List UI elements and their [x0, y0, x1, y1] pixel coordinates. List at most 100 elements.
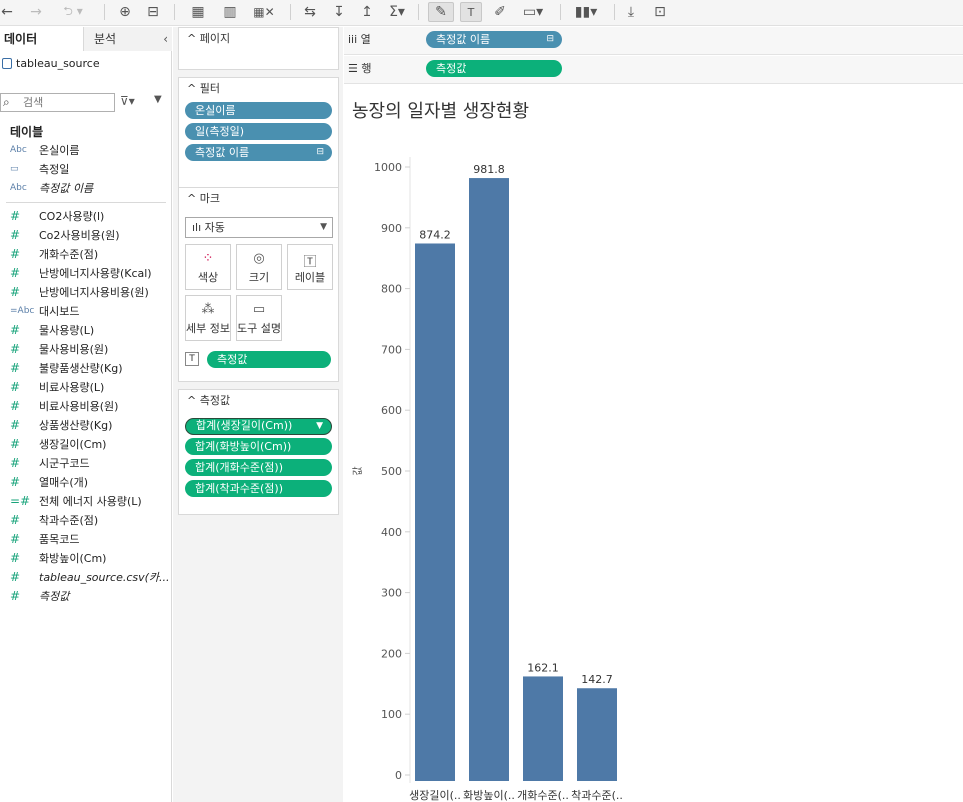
pause-datasource-icon[interactable]: ⊟: [144, 2, 162, 22]
new-datasource-icon[interactable]: ⊕: [116, 2, 134, 22]
marks-tooltip-button[interactable]: ▭ 도구 설명: [236, 295, 282, 341]
collapse-pane-icon[interactable]: ‹: [163, 27, 168, 51]
marks-button-label: 도구 설명: [237, 322, 281, 335]
clear-sheet-icon[interactable]: ▦✕: [250, 2, 278, 22]
tab-data[interactable]: 데이터: [0, 27, 84, 51]
collapse-chevron-icon: ^: [187, 192, 197, 205]
field-item[interactable]: # tableau_source.csv(카...: [0, 568, 172, 587]
y-tick-label: 1000: [374, 161, 402, 174]
marks-color-button[interactable]: ⁘ 색상: [185, 244, 231, 290]
marks-size-button[interactable]: ◎ 크기: [236, 244, 282, 290]
measure-values-card-title[interactable]: ^ 측정값: [179, 390, 338, 412]
sum-aggregate-icon[interactable]: Σ▾: [386, 2, 408, 22]
string-type-icon: Abc: [10, 145, 27, 155]
filter-pill[interactable]: 측정값 이름 ⊟: [185, 144, 332, 161]
field-item[interactable]: =# 전체 에너지 사용량(L): [0, 492, 172, 511]
pages-card-title[interactable]: ^ 페이지: [179, 28, 338, 50]
field-item[interactable]: # 비료사용비용(원): [0, 397, 172, 416]
annotate-icon[interactable]: ✐: [490, 2, 510, 22]
search-input[interactable]: [23, 96, 111, 109]
field-item[interactable]: =Abc 대시보드: [0, 302, 172, 321]
marks-detail-button[interactable]: ⁂ 세부 정보: [185, 295, 231, 341]
presentation-mode-icon[interactable]: ⊡: [650, 2, 670, 22]
field-item[interactable]: # 시군구코드: [0, 454, 172, 473]
search-box: ⌕: [0, 93, 115, 112]
filter-fields-icon[interactable]: ⊽▾: [120, 94, 135, 108]
field-label: 생장길이(Cm): [39, 438, 107, 451]
field-item[interactable]: # Co2사용비용(원): [0, 226, 172, 245]
bar-value-label: 981.8: [473, 163, 505, 176]
field-item[interactable]: # 열매수(개): [0, 473, 172, 492]
table-header: 테이블: [10, 125, 44, 139]
tab-analysis[interactable]: 분석 ‹: [84, 27, 172, 51]
back-arrow-icon[interactable]: ←: [0, 2, 14, 22]
sort-ascending-icon[interactable]: ↧: [330, 2, 348, 22]
field-item[interactable]: # 물사용량(L): [0, 321, 172, 340]
show-me-icon[interactable]: ▮▮▾: [570, 2, 602, 22]
field-label: 온실이름: [39, 144, 80, 157]
measure-values-title: 측정값: [199, 394, 231, 407]
field-item[interactable]: Abc 온실이름: [0, 141, 172, 160]
filters-card-title[interactable]: ^ 필터: [179, 78, 338, 100]
undo-menu-icon[interactable]: ⮌ ▾: [56, 2, 90, 22]
measure-value-pill[interactable]: 합계(착과수준(점)): [185, 480, 332, 497]
field-item[interactable]: # 불량품생산량(Kg): [0, 359, 172, 378]
chevron-down-icon[interactable]: ▼: [316, 419, 323, 433]
field-item[interactable]: # 착과수준(점): [0, 511, 172, 530]
field-label: 물사용비용(원): [39, 343, 109, 356]
rows-pill[interactable]: 측정값: [426, 60, 562, 77]
field-label: CO2사용량(l): [39, 210, 105, 223]
field-item[interactable]: # 생장길이(Cm): [0, 435, 172, 454]
chevron-down-icon: ▼: [320, 222, 327, 232]
datasource-item[interactable]: tableau_source: [2, 57, 100, 70]
bar[interactable]: [415, 243, 455, 781]
bar[interactable]: [577, 688, 617, 781]
field-item[interactable]: # 비료사용량(L): [0, 378, 172, 397]
sort-descending-icon[interactable]: ↥: [358, 2, 376, 22]
marks-button-label: 레이블: [294, 271, 326, 284]
pane-menu-icon[interactable]: ▼: [154, 94, 162, 105]
columns-pill[interactable]: 측정값 이름 ⊟: [426, 31, 562, 48]
highlight-icon[interactable]: ✎: [428, 2, 454, 22]
field-item[interactable]: # 측정값: [0, 587, 172, 606]
label-measure-pill[interactable]: 측정값: [207, 351, 331, 368]
fit-view-icon[interactable]: ▭▾: [518, 2, 548, 22]
filter-pill[interactable]: 일(측정일): [185, 123, 332, 140]
field-item[interactable]: # 물사용비용(원): [0, 340, 172, 359]
marks-card-title[interactable]: ^ 마크: [179, 188, 338, 210]
datasource-icon: [2, 58, 12, 69]
number-type-icon: #: [10, 437, 21, 451]
measure-value-pill[interactable]: 합계(화방높이(Cm)): [185, 438, 332, 455]
swap-rows-columns-icon[interactable]: ⇆: [300, 2, 320, 22]
measure-value-pill[interactable]: 합계(생장길이(Cm)) ▼: [185, 418, 332, 435]
field-label: 비료사용비용(원): [39, 400, 119, 413]
show-mark-labels-icon[interactable]: T: [460, 2, 482, 22]
number-type-icon: #: [10, 247, 21, 261]
bar[interactable]: [469, 178, 509, 781]
field-item[interactable]: # 화방높이(Cm): [0, 549, 172, 568]
field-item[interactable]: # CO2사용량(l): [0, 207, 172, 226]
bar-chart[interactable]: 0 100 200 300 400 500 600 700 800 900 1000 값 874.2 생장…: [344, 127, 963, 802]
mark-type-select[interactable]: ılı 자동 ▼: [185, 217, 333, 238]
field-item[interactable]: # 품목코드: [0, 530, 172, 549]
field-item[interactable]: # 개화수준(점): [0, 245, 172, 264]
toolbar-separator: [560, 4, 561, 20]
collapse-chevron-icon: ^: [187, 82, 197, 95]
field-item[interactable]: # 난방에너지사용비용(원): [0, 283, 172, 302]
duplicate-sheet-icon[interactable]: ▥: [220, 2, 240, 22]
new-worksheet-icon[interactable]: ▦: [186, 2, 210, 22]
download-icon[interactable]: ⤓: [622, 2, 640, 22]
filter-pill[interactable]: 온실이름: [185, 102, 332, 119]
toolbar: ← → ⮌ ▾ ⊕ ⊟ ▦ ▥ ▦✕ ⇆ ↧ ↥ Σ▾ ✎ T ✐ ▭▾ ▮▮▾…: [0, 0, 963, 26]
y-axis-title: 값: [352, 466, 364, 475]
marks-label-button[interactable]: 🅃 레이블: [287, 244, 333, 290]
y-tick-label: 900: [381, 222, 402, 235]
field-item[interactable]: # 상품생산량(Kg): [0, 416, 172, 435]
measure-value-pill[interactable]: 합계(개화수준(점)): [185, 459, 332, 476]
bar[interactable]: [523, 676, 563, 781]
field-item[interactable]: ▭ 측정일: [0, 160, 172, 179]
field-label: 착과수준(점): [39, 514, 99, 527]
field-item[interactable]: # 난방에너지사용량(Kcal): [0, 264, 172, 283]
field-item[interactable]: Abc 측정값 이름: [0, 179, 172, 198]
forward-arrow-icon[interactable]: →: [28, 2, 44, 22]
